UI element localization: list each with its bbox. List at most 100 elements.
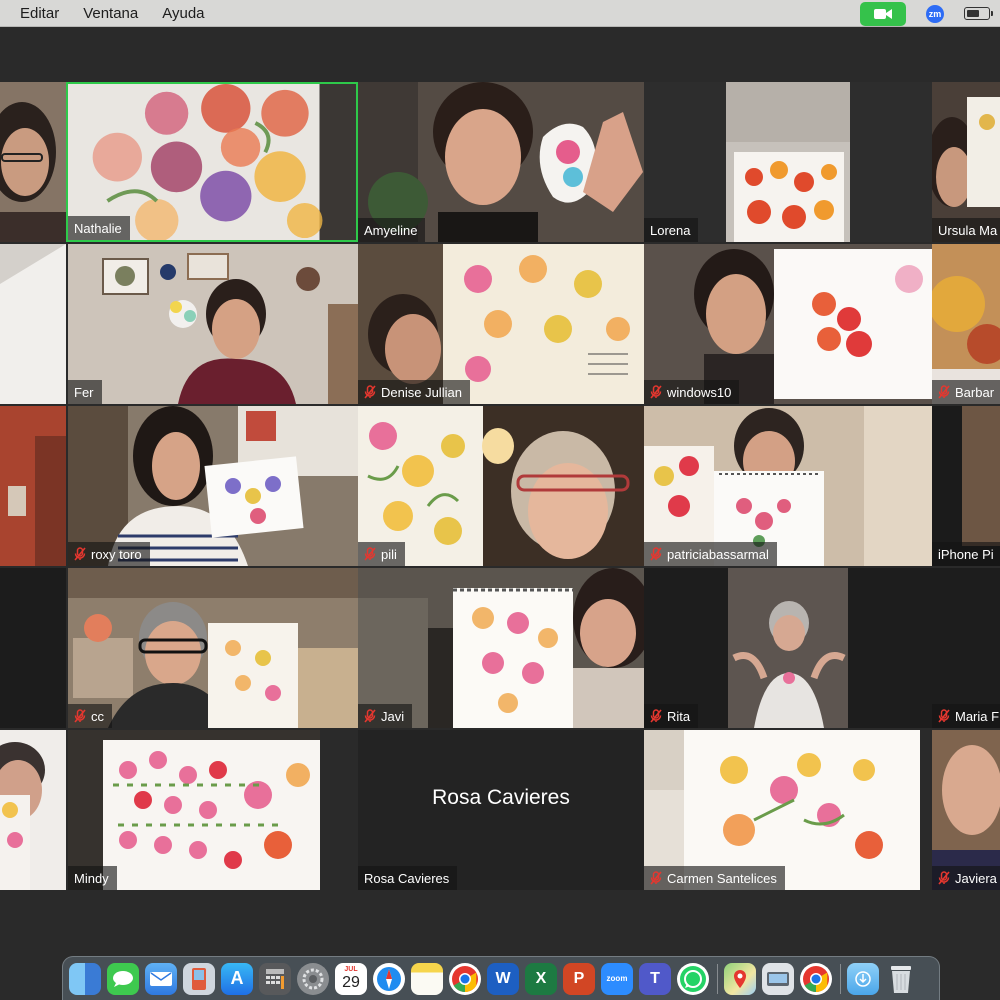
menu-ventana[interactable]: Ventana xyxy=(83,5,138,22)
participant-name: iPhone Pi xyxy=(938,546,994,562)
downloads-folder-icon[interactable] xyxy=(847,962,879,995)
participant-nameplate: Nathalie xyxy=(68,216,130,240)
participant-nameplate: Mindy xyxy=(68,866,117,890)
microphone-muted-icon xyxy=(650,385,662,399)
dock-separator xyxy=(840,963,841,994)
calendar-day: 29 xyxy=(342,974,360,991)
finder-icon[interactable] xyxy=(69,962,101,995)
microphone-muted-icon xyxy=(650,871,662,885)
participant-nameplate: Javi xyxy=(358,704,413,728)
video-tile[interactable]: Javiera xyxy=(932,730,1000,890)
video-tile-active-speaker[interactable]: Nathalie xyxy=(66,82,358,242)
video-tile[interactable] xyxy=(0,82,66,242)
microphone-muted-icon xyxy=(650,709,662,723)
calendar-month: JUL xyxy=(344,966,358,973)
safari-icon[interactable] xyxy=(373,962,405,995)
microphone-muted-icon xyxy=(74,709,86,723)
video-tile[interactable]: Javi xyxy=(358,568,644,728)
calculator-icon[interactable] xyxy=(259,962,291,995)
zoom-menu-icon[interactable]: zm xyxy=(926,4,944,23)
video-tile[interactable]: Rita xyxy=(644,568,932,728)
participant-nameplate: patriciabassarmal xyxy=(644,542,777,566)
video-feed xyxy=(0,244,66,404)
participant-nameplate: Amyeline xyxy=(358,218,426,242)
video-camera-status-icon[interactable] xyxy=(860,1,906,26)
participant-nameplate: iPhone Pi xyxy=(932,542,1000,566)
video-tile[interactable] xyxy=(0,244,66,404)
system-preferences-icon[interactable] xyxy=(297,962,329,995)
video-tile[interactable]: Mindy xyxy=(68,730,320,890)
video-tile[interactable]: Carmen Santelices xyxy=(644,730,920,890)
video-tile[interactable]: Denise Jullian xyxy=(358,244,644,404)
video-tile[interactable]: patriciabassarmal xyxy=(644,406,932,566)
video-tile[interactable]: Ursula Ma xyxy=(932,82,1000,242)
participant-nameplate: roxy toro xyxy=(68,542,150,566)
microphone-muted-icon xyxy=(364,385,376,399)
powerpoint-icon[interactable]: P xyxy=(563,962,595,995)
trash-icon[interactable] xyxy=(885,963,917,995)
calendar-icon[interactable]: JUL 29 xyxy=(335,962,367,995)
participant-name: Nathalie xyxy=(74,220,122,236)
participant-name: cc xyxy=(91,708,104,724)
video-tile-video-off[interactable]: Rosa Cavieres Rosa Cavieres xyxy=(358,730,644,890)
video-tile[interactable]: Amyeline xyxy=(358,82,644,242)
menu-ayuda[interactable]: Ayuda xyxy=(162,5,204,22)
chrome-icon[interactable] xyxy=(449,962,481,995)
participant-nameplate: Maria F xyxy=(932,704,1000,728)
chrome-2-icon[interactable] xyxy=(800,962,832,995)
microphone-muted-icon xyxy=(938,385,950,399)
messages-icon[interactable] xyxy=(107,962,139,995)
video-tile[interactable]: pili xyxy=(358,406,644,566)
participant-name: Javiera xyxy=(955,870,997,886)
word-icon[interactable]: W xyxy=(487,962,519,995)
maps-icon[interactable] xyxy=(724,962,756,995)
video-tile[interactable]: roxy toro xyxy=(68,406,358,566)
zoom-icon[interactable]: zoom xyxy=(601,962,633,995)
video-tile[interactable]: windows10 xyxy=(644,244,932,404)
battery-icon[interactable] xyxy=(964,7,993,20)
participant-name: Rita xyxy=(667,708,691,724)
excel-icon[interactable]: X xyxy=(525,962,557,995)
participant-name: Lorena xyxy=(650,222,691,238)
video-tile[interactable] xyxy=(0,406,66,566)
menu-bar: Editar Ventana Ayuda zm xyxy=(0,0,1000,27)
microphone-muted-icon xyxy=(650,547,662,561)
participant-name: roxy toro xyxy=(91,546,142,562)
video-tile[interactable] xyxy=(0,568,66,728)
participant-nameplate: Denise Jullian xyxy=(358,380,470,404)
video-tile[interactable]: Fer xyxy=(68,244,358,404)
video-tile[interactable]: Lorena xyxy=(644,82,932,242)
preview-icon[interactable] xyxy=(183,962,215,995)
mail-icon[interactable] xyxy=(145,962,177,995)
participant-nameplate: Ursula Ma xyxy=(932,218,1000,242)
participant-nameplate: Barbar xyxy=(932,380,1000,404)
video-tile[interactable]: iPhone Pi xyxy=(932,406,1000,566)
video-feed xyxy=(0,730,66,890)
video-tile[interactable]: Barbar xyxy=(932,244,1000,404)
microphone-muted-icon xyxy=(938,709,950,723)
participant-name: windows10 xyxy=(667,384,732,400)
participant-name-large: Rosa Cavieres xyxy=(432,786,570,809)
participant-name: Fer xyxy=(74,384,94,400)
participant-name: Maria F xyxy=(955,708,1000,724)
video-feed xyxy=(0,406,66,566)
video-tile[interactable]: Maria F xyxy=(932,568,1000,728)
dock-separator xyxy=(717,963,718,994)
teams-icon[interactable]: T xyxy=(639,962,671,995)
notes-icon[interactable] xyxy=(411,962,443,995)
whatsapp-icon[interactable] xyxy=(677,962,709,995)
participant-name: Javi xyxy=(381,708,405,724)
participant-nameplate: windows10 xyxy=(644,380,740,404)
menu-editar[interactable]: Editar xyxy=(20,5,59,22)
participant-name: pili xyxy=(381,546,397,562)
microphone-muted-icon xyxy=(364,709,376,723)
microphone-muted-icon xyxy=(364,547,376,561)
menu-status-area: zm xyxy=(860,0,1000,27)
participant-nameplate: cc xyxy=(68,704,112,728)
video-tile[interactable] xyxy=(0,730,66,890)
utility-app-icon[interactable] xyxy=(762,962,794,995)
video-feed xyxy=(68,244,358,404)
video-tile[interactable]: cc xyxy=(68,568,358,728)
app-store-icon[interactable]: A xyxy=(221,962,253,995)
participant-name: Rosa Cavieres xyxy=(364,870,450,886)
